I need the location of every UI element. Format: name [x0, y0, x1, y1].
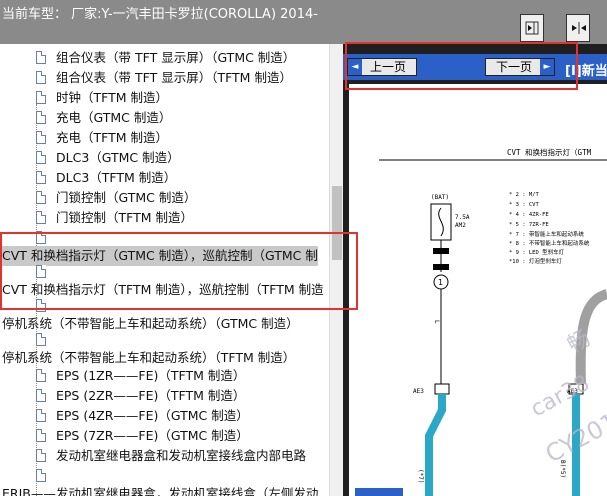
tree-item-label: 门锁控制（TFTM 制造） — [56, 210, 193, 225]
tree-pane[interactable]: 组合仪表（带 TFT 显示屏）（GTMC 制造） 组合仪表（带 TFT 显示屏）… — [0, 44, 343, 496]
legend-line: * 3 : CVT — [509, 202, 539, 208]
tree-item-label: EPS (7ZR——FE)（GTMC 制造） — [56, 428, 249, 443]
tree-item-label: EPS (4ZR——FE)（GTMC 制造） — [56, 408, 249, 423]
document-icon — [36, 299, 46, 312]
document-icon — [36, 429, 46, 442]
document-icon — [36, 265, 46, 278]
scrollbar-thumb[interactable] — [332, 186, 342, 260]
document-icon — [36, 211, 46, 224]
document-icon — [36, 469, 46, 482]
document-icon — [36, 231, 46, 244]
document-icon — [36, 71, 46, 84]
ae3-left-label: AE3 — [413, 388, 424, 395]
arrow-right-icon: ► — [540, 59, 554, 75]
document-icon — [36, 409, 46, 422]
document-icon — [36, 449, 46, 462]
tree-item-label: EPS (2ZR——FE)（TFTM 制造） — [56, 388, 246, 403]
car-model-value: 厂家:Y-一汽丰田卡罗拉(COROLLA) 2014- — [71, 7, 318, 22]
wiring-diagram: CVT 和换档指示灯（GTM (BAT) 7.5A AM2 1 L AE3 AE… — [349, 84, 607, 496]
new-label: [I]新当 — [565, 64, 607, 79]
tree-item-label: 充电（TFTM 制造） — [56, 130, 168, 145]
tree-item-label: ERJB——发动机室继电器盒，发动机室接线盒（左侧发动 — [2, 486, 319, 496]
car-model-header: 当前车型： 厂家:Y-一汽丰田卡罗拉(COROLLA) 2014- — [2, 3, 318, 22]
tree-item-label: 发动机室继电器盒和发动机室接线盒内部电路 — [56, 448, 307, 463]
legend-line: *10 : 灯泡型刹车灯 — [509, 257, 562, 265]
car-model-label: 当前车型： — [2, 7, 68, 22]
tree-item-label: 充电（GTMC 制造） — [56, 110, 172, 125]
left-wire-label: (*7) — [417, 469, 424, 483]
document-icon — [36, 389, 46, 402]
split-view-button[interactable] — [566, 14, 590, 42]
tree-item-label: DLC3（GTMC 制造） — [56, 150, 180, 165]
tree-item-label: 时钟（TFTM 制造） — [56, 90, 168, 105]
arrow-left-icon: ◄ — [348, 59, 362, 75]
legend-line: * 2 : M/T — [509, 192, 539, 198]
document-icon — [36, 131, 46, 144]
diagram-viewer: ◄ 上一页 下一页 ► [I]新当 CVT 和换档指示灯（GTM (BAT) 7… — [343, 44, 607, 496]
legend-line: * 9 : LED 型刹车灯 — [509, 248, 565, 256]
document-icon — [36, 91, 46, 104]
document-icon — [36, 369, 46, 382]
tree-item-label: 停机系统（不带智能上车和起动系统）（TFTM 制造） — [2, 350, 296, 365]
fuse-symbol — [438, 207, 444, 237]
tree-item-label: 停机系统（不带智能上车和起动系统）（GTMC 制造） — [2, 316, 299, 331]
tree-item-label: CVT 和换档指示灯（GTMC 制造），巡航控制（GTMC 制 — [2, 246, 318, 266]
document-icon — [36, 171, 46, 184]
tree-item-label: 门锁控制（GTMC 制造） — [56, 190, 197, 205]
document-icon — [36, 51, 46, 64]
collapse-arrow-icon — [525, 21, 539, 35]
prev-page-button[interactable]: ◄ 上一页 — [347, 58, 417, 76]
document-icon — [36, 111, 46, 124]
legend-line: * 7 : 带智能上车和起动系统 — [509, 230, 584, 238]
tree-item-label: CVT 和换档指示灯（TFTM 制造），巡航控制（TFTM 制造 — [2, 282, 324, 297]
next-page-label: 下一页 — [495, 60, 532, 74]
cyan-wire-left — [425, 394, 446, 496]
legend-line: * 4 : 4ZR-FE — [509, 212, 549, 218]
bat-label: (BAT) — [431, 194, 449, 201]
legend-line: * 5 : 7ZR-FE — [509, 222, 549, 228]
document-icon — [36, 191, 46, 204]
connector-1-label: 1 — [438, 278, 443, 287]
page-tab[interactable] — [355, 488, 403, 496]
tree-item-label: DLC3（TFTM 制造） — [56, 170, 177, 185]
next-page-button[interactable]: 下一页 ► — [485, 58, 555, 76]
tree-scrollbar[interactable] — [329, 44, 344, 496]
top-bar: 当前车型： 厂家:Y-一汽丰田卡罗拉(COROLLA) 2014- — [0, 0, 607, 44]
tree-item-label: 组合仪表（带 TFT 显示屏）（GTMC 制造） — [56, 50, 296, 65]
fuse-rating: 7.5A — [455, 214, 470, 221]
prev-page-label: 上一页 — [369, 60, 406, 74]
split-arrows-icon — [572, 22, 586, 34]
document-icon — [36, 151, 46, 164]
tree-item-label: 组合仪表（带 TFT 显示屏）（TFTM 制造） — [56, 70, 292, 85]
legend-line: * 8 : 不带智能上车和起动系统 — [509, 239, 590, 247]
page-nav-bar: ◄ 上一页 下一页 ► [I]新当 — [343, 54, 607, 80]
collapse-left-button[interactable] — [520, 14, 544, 42]
tree-item-label: EPS (1ZR——FE)（TFTM 制造） — [56, 368, 246, 383]
document-icon — [36, 333, 46, 346]
wire-letter: L — [433, 320, 440, 324]
diagram-title: CVT 和换档指示灯（GTM — [507, 147, 592, 157]
fuse-code: AM2 — [455, 222, 466, 229]
